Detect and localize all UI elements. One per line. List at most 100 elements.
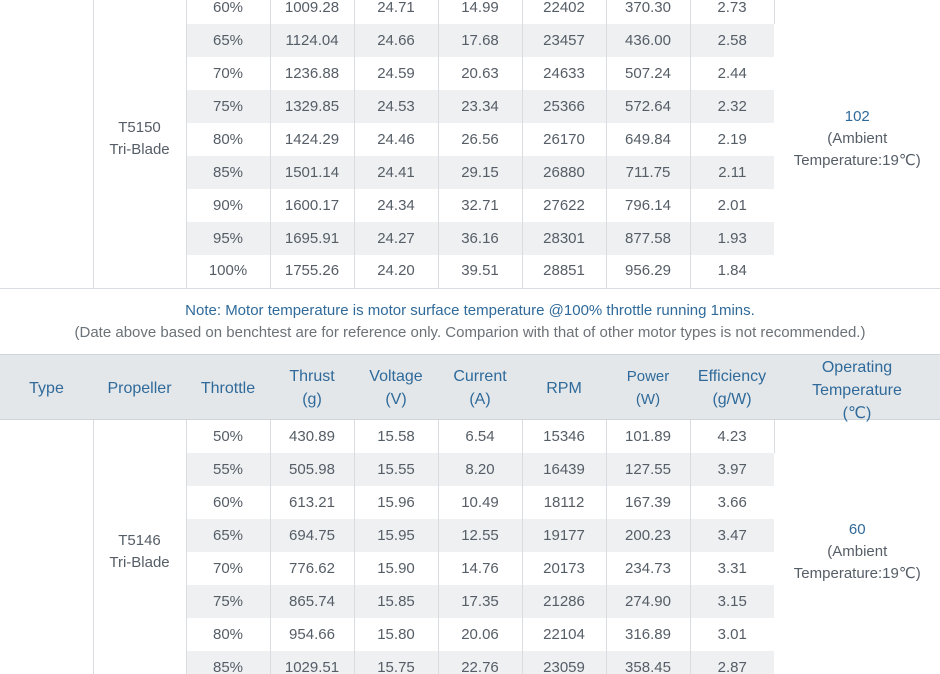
current-cell: 14.99 (438, 0, 523, 24)
throttle-cell: 95% (186, 222, 271, 255)
efficiency-cell: 3.66 (717, 493, 747, 511)
current-cell: 36.16 (438, 222, 523, 255)
thrust-cell: 1029.51 (270, 651, 355, 674)
throttle-cell: 60% (186, 0, 271, 24)
efficiency-cell: 2.87 (690, 651, 774, 674)
propeller-cell: T5146 Tri-Blade (93, 420, 187, 674)
rpm-cell: 15346 (522, 420, 607, 453)
efficiency-cell: 3.01 (717, 625, 747, 643)
efficiency-cell: 1.93 (690, 222, 774, 255)
throttle-cell: 100% (186, 255, 271, 288)
efficiency-cell: 2.32 (690, 90, 774, 123)
efficiency-cell: 2.11 (690, 156, 774, 189)
voltage-cell: 24.53 (354, 90, 439, 123)
rpm-cell: 28851 (522, 255, 607, 288)
rpm-cell: 28301 (522, 222, 607, 255)
throttle-cell: 85% (186, 156, 271, 189)
power-cell: 572.64 (606, 90, 691, 123)
current-cell: 22.76 (438, 651, 523, 674)
rpm-cell: 22104 (522, 618, 607, 651)
throttle-cell: 90% (186, 189, 271, 222)
voltage-cell: 15.85 (354, 585, 439, 618)
thrust-cell: 694.75 (270, 519, 355, 552)
power-cell: 436.00 (606, 24, 691, 57)
power-cell: 956.29 (606, 255, 691, 288)
current-cell: 12.55 (438, 519, 523, 552)
table-row: T5146 Tri-Blade 50% 430.89 15.58 6.54 15346 101… (0, 420, 940, 674)
header-voltage: Voltage (V) (369, 368, 423, 408)
current-cell: 14.76 (438, 552, 523, 585)
ambient-temperature: Temperature:19℃) (793, 152, 921, 170)
operating-temperature-cell: 60 (Ambient Temperature:19℃) (774, 420, 940, 674)
rpm-cell: 16439 (522, 453, 607, 486)
thrust-cell: 865.74 (270, 585, 355, 618)
power-cell: 200.23 (606, 519, 691, 552)
voltage-cell: 15.80 (354, 618, 439, 651)
thrust-cell: 1329.85 (270, 90, 355, 123)
rpm-cell: 26880 (522, 156, 607, 189)
efficiency-cell: 3.97 (690, 453, 774, 486)
throttle-cell: 65% (186, 519, 271, 552)
voltage-cell: 24.20 (354, 255, 439, 288)
voltage-cell: 15.96 (354, 486, 439, 519)
current-cell: 39.51 (438, 255, 523, 288)
power-cell: 877.58 (606, 222, 691, 255)
throttle-cell: 80% (186, 618, 271, 651)
header-current: Current (A) (453, 368, 507, 408)
throttle-cell: 85% (186, 651, 271, 674)
throttle-cell: 50% (186, 420, 271, 453)
power-cell: 358.45 (606, 651, 691, 674)
header-throttle: Throttle (200, 379, 256, 397)
current-cell: 20.63 (438, 57, 523, 90)
throttle-cell: 55% (186, 453, 271, 486)
thrust-cell: 1236.88 (270, 57, 355, 90)
ambient-note: (Ambient (827, 130, 888, 148)
power-cell: 274.90 (606, 585, 691, 618)
power-cell: 370.30 (606, 0, 691, 24)
rpm-cell: 20173 (522, 552, 607, 585)
voltage-cell: 15.95 (354, 519, 439, 552)
header-thrust: Thrust (g) (289, 368, 335, 408)
throttle-cell: 70% (186, 552, 271, 585)
rpm-cell: 23059 (522, 651, 607, 674)
thrust-cell: 613.21 (270, 486, 355, 519)
thrust-cell: 1124.04 (270, 24, 355, 57)
voltage-cell: 24.59 (354, 57, 439, 90)
rpm-cell: 24633 (522, 57, 607, 90)
rpm-cell: 21286 (522, 585, 607, 618)
thrust-cell: 954.66 (270, 618, 355, 651)
thrust-cell: 430.89 (270, 420, 355, 453)
ambient-note: (Ambient (827, 543, 888, 560)
rpm-cell: 23457 (522, 24, 607, 57)
throttle-cell: 65% (186, 24, 271, 57)
thrust-cell: 505.98 (270, 453, 355, 486)
propeller-name: T5146 (118, 532, 161, 549)
header-power: Power (W) (626, 368, 670, 408)
throttle-cell: 75% (186, 585, 271, 618)
throttle-cell: 60% (186, 486, 271, 519)
type-cell (0, 420, 94, 674)
rpm-cell: 27622 (522, 189, 607, 222)
benchtest-note: Note: Motor temperature is motor surface… (0, 290, 940, 354)
current-cell: 23.34 (438, 90, 523, 123)
header-operating-temperature: Operating Temperature (℃) (812, 359, 902, 422)
efficiency-cell: 2.58 (690, 24, 774, 57)
current-cell: 17.68 (438, 24, 523, 57)
motor-data-table-t5146: T5146 Tri-Blade 50% 430.89 15.58 6.54 15346 101… (0, 420, 940, 674)
power-cell: 167.39 (606, 486, 691, 519)
rpm-cell: 18112 (522, 486, 607, 519)
operating-temperature-cell: 102 (Ambient Temperature:19℃) (774, 0, 940, 288)
note-line-2: (Date above based on benchtest are for r… (74, 324, 866, 341)
efficiency-cell: 3.47 (690, 519, 774, 552)
voltage-cell: 24.27 (354, 222, 439, 255)
voltage-cell: 15.55 (354, 453, 439, 486)
current-cell: 32.71 (438, 189, 523, 222)
efficiency-cell: 1.84 (717, 262, 747, 280)
temperature-value: 60 (848, 521, 866, 538)
voltage-cell: 24.66 (354, 24, 439, 57)
rpm-cell: 25366 (522, 90, 607, 123)
current-cell: 10.49 (438, 486, 523, 519)
voltage-cell: 24.46 (354, 123, 439, 156)
thrust-cell: 1424.29 (270, 123, 355, 156)
throttle-cell: 80% (186, 123, 271, 156)
